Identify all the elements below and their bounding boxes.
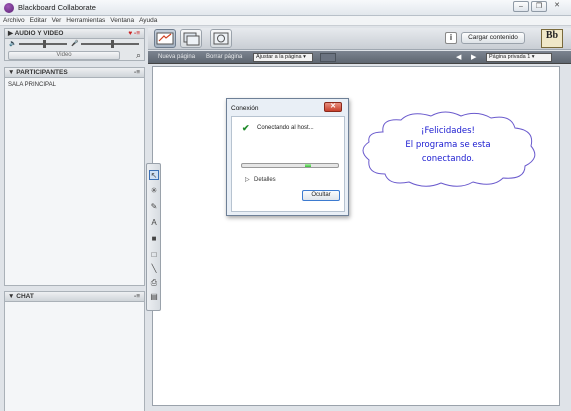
collapse-icon: ▼ (8, 69, 17, 76)
screenshot-tool-icon[interactable]: ⎙ (149, 278, 159, 288)
speaker-icon: 🔈 (9, 41, 17, 47)
microphone-volume-slider[interactable] (81, 40, 139, 48)
speaker-volume-knob[interactable] (43, 40, 46, 48)
cloud-callout: ¡Felicidades! El programa se esta conect… (353, 110, 543, 188)
selector-tool-icon[interactable]: ↖ (149, 170, 159, 180)
text-tool-icon[interactable]: A (149, 218, 159, 228)
whiteboard-mode-button[interactable] (154, 29, 176, 48)
expand-icon: ▶ (8, 30, 15, 37)
audio-video-controls: 🔈 🎤 Video ⌕ (4, 39, 145, 61)
audio-video-header[interactable]: ▶ AUDIO Y VIDEO ♥ -≡ (4, 28, 145, 39)
connection-dialog: Conexión ✕ ✔ Conectando al host... ▷ Det… (226, 98, 349, 216)
clear-page-link[interactable]: Borrar página (206, 53, 242, 62)
cloud-line-1: ¡Felicidades! (421, 126, 475, 136)
app-icon (4, 3, 14, 13)
collapse-icon: ▼ (8, 293, 17, 300)
app-share-icon (183, 32, 200, 46)
line-tool-icon[interactable]: ╲ (149, 264, 159, 274)
main-toolbar: i Cargar contenido Bb (148, 28, 571, 50)
pointer-tool-icon[interactable]: ✳ (149, 186, 159, 196)
dialog-title: Conexión (231, 105, 259, 112)
restore-button[interactable]: ❐ (531, 1, 547, 12)
app-share-button[interactable] (180, 29, 202, 48)
menu-herramientas[interactable]: Herramientas (66, 16, 105, 26)
fit-page-select[interactable]: Ajustar a la página ▾ (253, 53, 313, 62)
tool-palette: ↖ ✳ ✎ A ■ □ ╲ ⎙ ▤ (146, 163, 161, 311)
filled-rectangle-tool-icon[interactable]: ■ (149, 234, 159, 244)
progress-bar (241, 163, 339, 168)
info-icon[interactable]: i (445, 32, 457, 44)
chat-title: CHAT (16, 293, 34, 300)
microphone-icon: 🎤 (71, 41, 79, 47)
title-bar: Blackboard Collaborate – ❐ ✕ (0, 0, 571, 16)
pen-tool-icon[interactable]: ✎ (149, 202, 159, 212)
details-toggle[interactable]: Detalles (254, 177, 276, 183)
rectangle-tool-icon[interactable]: □ (149, 250, 159, 260)
progress-fill (305, 164, 312, 167)
load-content-button[interactable]: Cargar contenido (461, 32, 525, 44)
new-page-link[interactable]: Nueva página (158, 53, 195, 62)
menu-archivo[interactable]: Archivo (3, 16, 25, 26)
menu-ventana[interactable]: Ventana (110, 16, 134, 26)
participants-header[interactable]: ▼ PARTICIPANTES -≡ (4, 67, 145, 78)
dialog-close-button[interactable]: ✕ (324, 102, 342, 112)
participants-list: SALA PRINCIPAL (4, 78, 145, 286)
page-options-button[interactable] (320, 53, 336, 62)
whiteboard-icon (156, 32, 174, 45)
chat-menu-icon[interactable]: -≡ (134, 292, 140, 301)
previous-page-icon[interactable]: ◀ (456, 53, 461, 61)
blackboard-logo: Bb (541, 29, 563, 48)
page-select[interactable]: Página privada 1 ▾ (486, 53, 552, 62)
close-button[interactable]: ✕ (549, 1, 565, 12)
hide-button[interactable]: Ocultar (302, 190, 340, 201)
left-panel: ▶ AUDIO Y VIDEO ♥ -≡ 🔈 🎤 Video ⌕ ▼ PARTI… (4, 28, 145, 411)
microphone-volume-knob[interactable] (111, 40, 114, 48)
cloud-message: ¡Felicidades! El programa se esta conect… (353, 110, 543, 166)
web-tour-button[interactable] (210, 29, 232, 48)
dialog-body: ✔ Conectando al host... ▷ Detalles Ocult… (231, 116, 345, 212)
cloud-line-2: El programa se esta (405, 140, 491, 150)
participants-menu-icon[interactable]: -≡ (134, 68, 140, 77)
status-text: Conectando al host... (257, 125, 314, 131)
menu-bar: Archivo Editar Ver Herramientas Ventana … (0, 16, 571, 26)
web-tour-icon (213, 32, 229, 45)
video-zoom-icon[interactable]: ⌕ (136, 50, 141, 61)
speaker-volume-slider[interactable] (19, 40, 67, 48)
cloud-line-3: conectando. (421, 154, 475, 164)
room-label[interactable]: SALA PRINCIPAL (8, 82, 141, 88)
participants-title: PARTICIPANTES (16, 69, 68, 76)
chat-header[interactable]: ▼ CHAT -≡ (4, 291, 145, 302)
audio-video-title: AUDIO Y VIDEO (14, 30, 64, 37)
chat-area[interactable] (4, 302, 145, 411)
panel-menu-icon[interactable]: ♥ -≡ (128, 29, 140, 38)
clipart-tool-icon[interactable]: ▤ (149, 292, 159, 302)
menu-editar[interactable]: Editar (30, 16, 47, 26)
check-icon: ✔ (242, 123, 250, 133)
window-title: Blackboard Collaborate (18, 3, 96, 12)
menu-ayuda[interactable]: Ayuda (139, 16, 157, 26)
minimize-button[interactable]: – (513, 1, 529, 12)
next-page-icon[interactable]: ▶ (471, 53, 476, 61)
video-button[interactable]: Video (8, 51, 120, 60)
menu-ver[interactable]: Ver (52, 16, 62, 26)
page-bar: Nueva página Borrar página Ajustar a la … (148, 51, 571, 64)
details-expand-icon[interactable]: ▷ (245, 176, 250, 183)
